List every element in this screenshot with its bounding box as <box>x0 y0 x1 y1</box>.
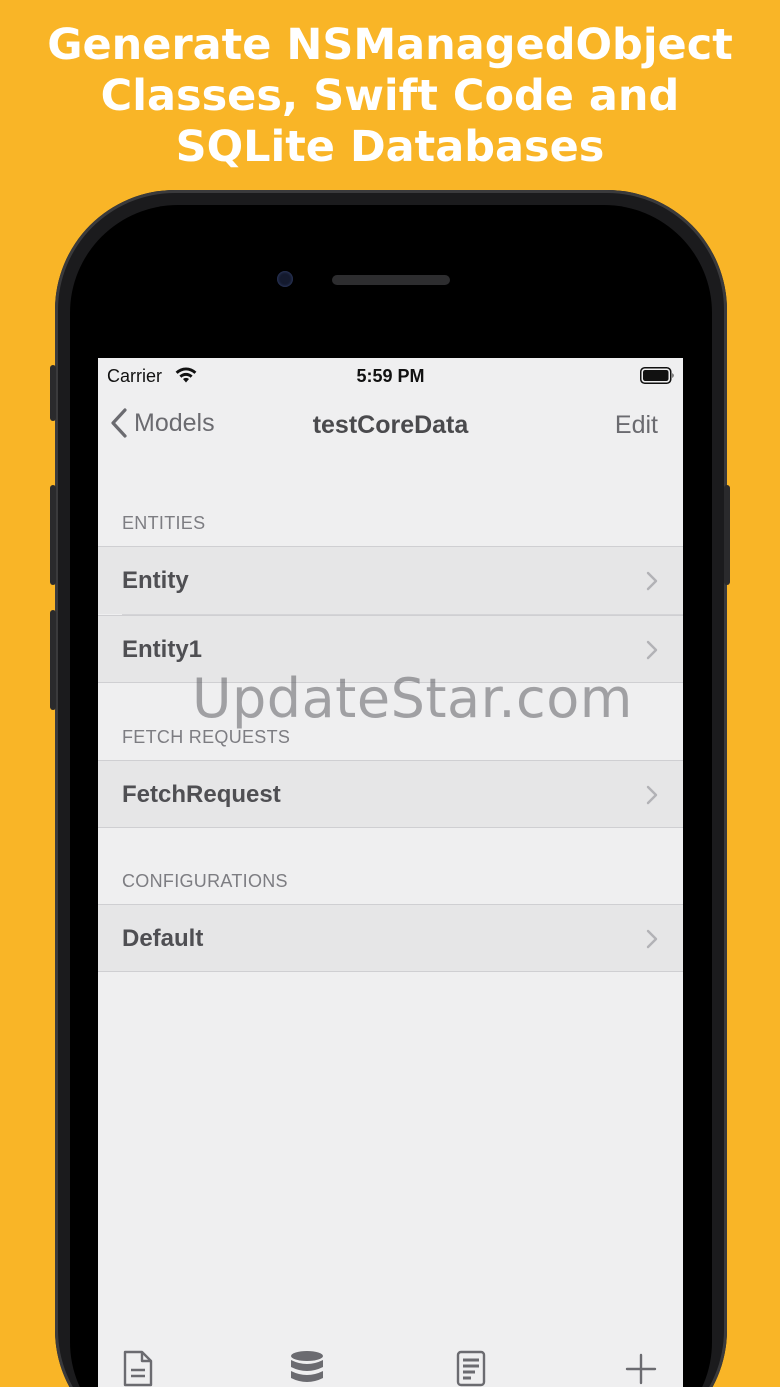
volume-down-button <box>50 610 56 710</box>
list-item-label: FetchRequest <box>122 781 281 808</box>
nav-title: testCoreData <box>312 411 469 439</box>
headline-line-1: Generate NSManagedObject <box>47 20 733 70</box>
earpiece-speaker <box>332 275 450 285</box>
plus-icon[interactable] <box>625 1350 657 1387</box>
list-item-label: Entity <box>122 567 189 594</box>
volume-up-button <box>50 485 56 585</box>
navigation-bar: Models testCoreData Edit <box>98 398 683 454</box>
section-header-fetch-requests: FETCH REQUESTS <box>122 727 291 747</box>
status-bar: Carrier 5:59 PM <box>98 358 683 394</box>
front-camera <box>277 271 293 287</box>
power-button <box>724 485 730 585</box>
headline-line-3: SQLite Databases <box>175 122 605 172</box>
edit-button[interactable]: Edit <box>615 411 658 440</box>
code-file-icon[interactable] <box>455 1350 487 1387</box>
chevron-right-icon <box>646 571 658 591</box>
mute-switch <box>50 365 56 421</box>
chevron-right-icon <box>646 929 658 949</box>
chevron-right-icon <box>646 640 658 660</box>
promo-headline: Generate NSManagedObject Classes, Swift … <box>0 20 780 173</box>
section-header-configurations: CONFIGURATIONS <box>122 871 288 891</box>
headline-line-2: Classes, Swift Code and <box>100 71 680 121</box>
list-item-label: Default <box>122 925 204 952</box>
list-item-fetchrequest[interactable]: FetchRequest <box>98 760 683 828</box>
status-time: 5:59 PM <box>356 366 425 386</box>
database-icon[interactable] <box>289 1350 325 1387</box>
section-header-entities: ENTITIES <box>122 513 206 533</box>
phone-screen: Carrier 5:59 PM Models testCoreData Edit… <box>98 358 683 1387</box>
list-item-default[interactable]: Default <box>98 904 683 972</box>
list-item-label: Entity1 <box>122 636 203 663</box>
battery-icon <box>640 367 674 384</box>
chevron-right-icon <box>646 785 658 805</box>
document-icon[interactable] <box>122 1350 154 1387</box>
list-item-entity1[interactable]: Entity1 <box>98 615 683 683</box>
list-item-entity[interactable]: Entity <box>98 546 683 615</box>
